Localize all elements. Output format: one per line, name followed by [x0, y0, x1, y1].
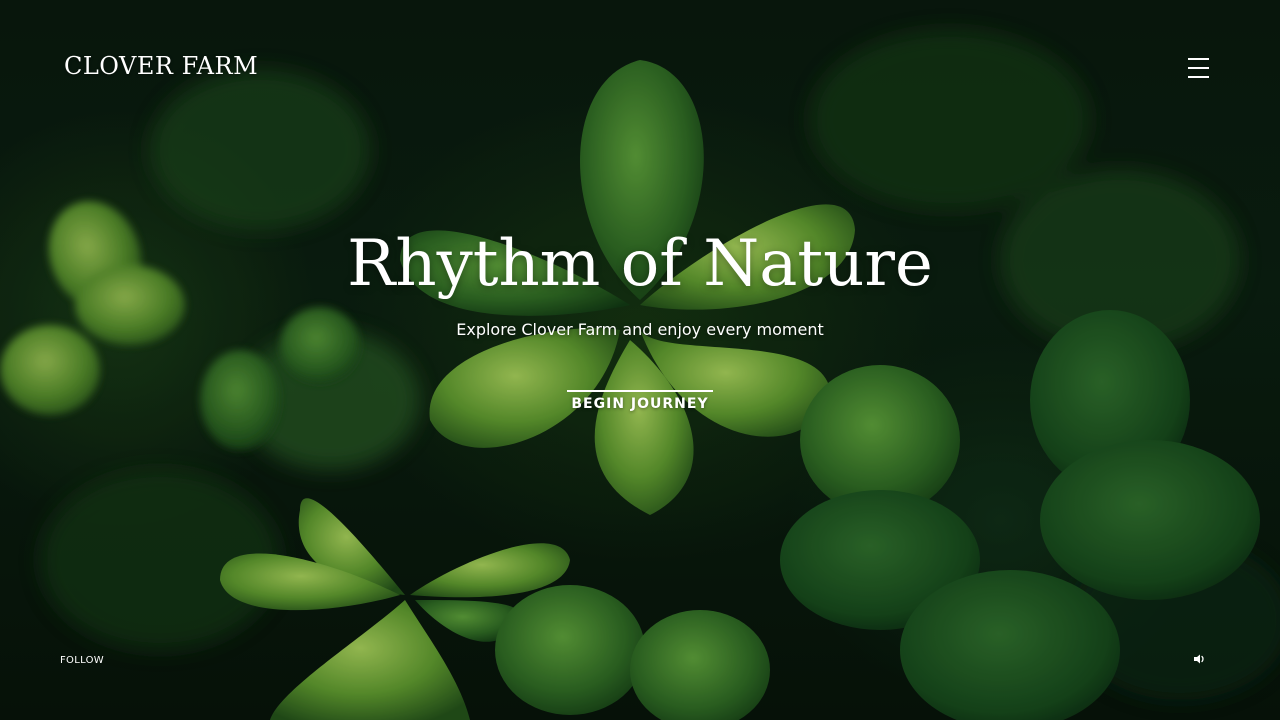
- menu-button[interactable]: [1178, 52, 1218, 84]
- cta-label: BEGIN JOURNEY: [571, 396, 709, 412]
- cta-underline: [567, 390, 713, 392]
- dark-overlay: [0, 0, 1280, 720]
- hamburger-menu-icon: [1188, 58, 1209, 60]
- follow-link[interactable]: FOLLOW: [60, 654, 104, 668]
- hero-subtitle: Explore Clover Farm and enjoy every mome…: [456, 320, 824, 339]
- begin-journey-button[interactable]: BEGIN JOURNEY: [540, 390, 740, 413]
- site-logo[interactable]: CLOVER FARM: [64, 52, 258, 80]
- sound-toggle-button[interactable]: [1188, 648, 1210, 670]
- hamburger-menu-icon-bar: [1188, 67, 1209, 69]
- hero-title: Rhythm of Nature: [347, 227, 933, 301]
- hero-screen: CLOVER FARM Rhythm of Nature Explore Clo…: [0, 0, 1280, 720]
- speaker-icon: [1194, 654, 1204, 664]
- hamburger-menu-icon-bar: [1188, 76, 1209, 78]
